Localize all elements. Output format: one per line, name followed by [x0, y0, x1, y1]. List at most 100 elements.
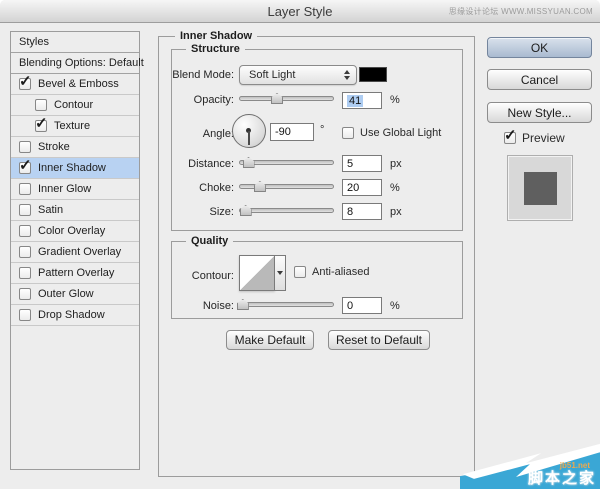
sidebar-item-label: Bevel & Emboss [38, 78, 119, 90]
sidebar-item-label: Texture [54, 120, 90, 132]
noise-slider-track[interactable] [239, 302, 334, 307]
size-slider-thumb[interactable] [240, 205, 252, 216]
sidebar-list: Styles Blending Options: Default Bevel & E… [10, 31, 140, 470]
choke-value: 20 [347, 182, 359, 194]
layer-style-dialog: Layer Style 思缘设计论坛 WWW.MISSYUAN.COM Styl… [0, 0, 600, 489]
checkbox-stroke[interactable] [19, 141, 31, 153]
panel-legend: Inner Shadow [175, 30, 257, 42]
opacity-slider-track[interactable] [239, 96, 334, 101]
sidebar-item-label: Color Overlay [38, 225, 105, 237]
angle-dial[interactable] [232, 114, 266, 148]
sidebar-item-outer-glow[interactable]: Outer Glow [11, 284, 139, 305]
sidebar-item-inner-glow[interactable]: Inner Glow [11, 179, 139, 200]
choke-field[interactable]: 20 [342, 179, 382, 196]
size-slider-track[interactable] [239, 208, 334, 213]
noise-slider[interactable] [239, 299, 334, 310]
make-default-button[interactable]: Make Default [226, 330, 314, 350]
opacity-field[interactable]: 41 [342, 92, 382, 109]
title-bar: Layer Style 思缘设计论坛 WWW.MISSYUAN.COM [0, 0, 600, 23]
size-label: Size: [172, 206, 234, 218]
sidebar-item-styles[interactable]: Styles [11, 32, 139, 53]
choke-slider[interactable] [239, 181, 334, 192]
size-unit: px [390, 206, 402, 218]
noise-unit: % [390, 300, 400, 312]
angle-dial-needle [248, 131, 250, 145]
blend-mode-label: Blend Mode: [172, 69, 234, 81]
quality-group: Quality Contour: Anti-aliased Noise: 0 % [171, 241, 463, 319]
preview-row[interactable]: Preview [504, 131, 565, 145]
chevron-down-icon [277, 271, 283, 275]
sidebar-item-contour[interactable]: Contour [11, 95, 139, 116]
opacity-unit: % [390, 94, 400, 106]
blend-mode-select[interactable]: Soft Light [239, 65, 357, 85]
quality-legend: Quality [186, 235, 233, 247]
opacity-slider-thumb[interactable] [271, 93, 283, 104]
anti-aliased-row[interactable]: Anti-aliased [294, 266, 369, 278]
sidebar-item-texture[interactable]: Texture [11, 116, 139, 137]
contour-picker-arrow[interactable] [275, 255, 286, 291]
checkbox-inner-shadow[interactable] [19, 162, 31, 174]
use-global-light-row[interactable]: Use Global Light [342, 127, 441, 139]
distance-slider-thumb[interactable] [243, 157, 255, 168]
checkbox-color-overlay[interactable] [19, 225, 31, 237]
structure-legend: Structure [186, 43, 245, 55]
angle-value: -90 [275, 126, 291, 138]
choke-slider-thumb[interactable] [254, 181, 266, 192]
size-value: 8 [347, 206, 353, 218]
anti-aliased-label: Anti-aliased [312, 266, 369, 278]
reset-to-default-button[interactable]: Reset to Default [328, 330, 430, 350]
sidebar-item-satin[interactable]: Satin [11, 200, 139, 221]
choke-label: Choke: [172, 182, 234, 194]
inner-shadow-panel: Inner Shadow Structure Blend Mode: Soft … [158, 36, 475, 477]
sidebar-item-pattern-overlay[interactable]: Pattern Overlay [11, 263, 139, 284]
sidebar-item-stroke[interactable]: Stroke [11, 137, 139, 158]
checkbox-satin[interactable] [19, 204, 31, 216]
sidebar-item-drop-shadow[interactable]: Drop Shadow [11, 305, 139, 326]
checkbox-outer-glow[interactable] [19, 288, 31, 300]
shadow-color-swatch[interactable] [359, 67, 387, 82]
sidebar-item-blending-options-default[interactable]: Blending Options: Default [11, 53, 139, 74]
angle-field[interactable]: -90 [270, 123, 314, 141]
size-field[interactable]: 8 [342, 203, 382, 220]
checkbox-bevel-emboss[interactable] [19, 78, 31, 90]
structure-group: Structure Blend Mode: Soft Light Opacity… [171, 49, 463, 231]
sidebar-item-gradient-overlay[interactable]: Gradient Overlay [11, 242, 139, 263]
distance-field[interactable]: 5 [342, 155, 382, 172]
noise-field[interactable]: 0 [342, 297, 382, 314]
choke-unit: % [390, 182, 400, 194]
sidebar-item-label: Styles [19, 36, 49, 48]
preview-label: Preview [522, 131, 565, 145]
checkbox-contour[interactable] [35, 99, 47, 111]
sidebar-item-label: Satin [38, 204, 63, 216]
sidebar-item-bevel-emboss[interactable]: Bevel & Emboss [11, 74, 139, 95]
sidebar-item-label: Gradient Overlay [38, 246, 121, 258]
anti-aliased-checkbox[interactable] [294, 266, 306, 278]
ok-button[interactable]: OK [487, 37, 592, 58]
sidebar-item-label: Contour [54, 99, 93, 111]
opacity-slider[interactable] [239, 93, 334, 104]
opacity-label: Opacity: [172, 94, 234, 106]
distance-unit: px [390, 158, 402, 170]
checkbox-texture[interactable] [35, 120, 47, 132]
checkbox-pattern-overlay[interactable] [19, 267, 31, 279]
opacity-value: 41 [347, 95, 363, 107]
checkbox-gradient-overlay[interactable] [19, 246, 31, 258]
sidebar-item-inner-shadow[interactable]: Inner Shadow [11, 158, 139, 179]
angle-unit: ° [320, 124, 324, 136]
distance-slider[interactable] [239, 157, 334, 168]
checkbox-drop-shadow[interactable] [19, 309, 31, 321]
contour-thumbnail[interactable] [239, 255, 275, 291]
distance-value: 5 [347, 158, 353, 170]
preview-swatch [507, 155, 573, 221]
preview-checkbox[interactable] [504, 132, 516, 144]
noise-label: Noise: [172, 300, 234, 312]
size-slider[interactable] [239, 205, 334, 216]
watermark-bottom-right: jb51.net 脚本之家 [460, 443, 600, 489]
sidebar-item-color-overlay[interactable]: Color Overlay [11, 221, 139, 242]
use-global-light-checkbox[interactable] [342, 127, 354, 139]
cancel-button[interactable]: Cancel [487, 69, 592, 90]
choke-slider-track[interactable] [239, 184, 334, 189]
checkbox-inner-glow[interactable] [19, 183, 31, 195]
new-style-button[interactable]: New Style... [487, 102, 592, 123]
noise-slider-thumb[interactable] [237, 299, 249, 310]
